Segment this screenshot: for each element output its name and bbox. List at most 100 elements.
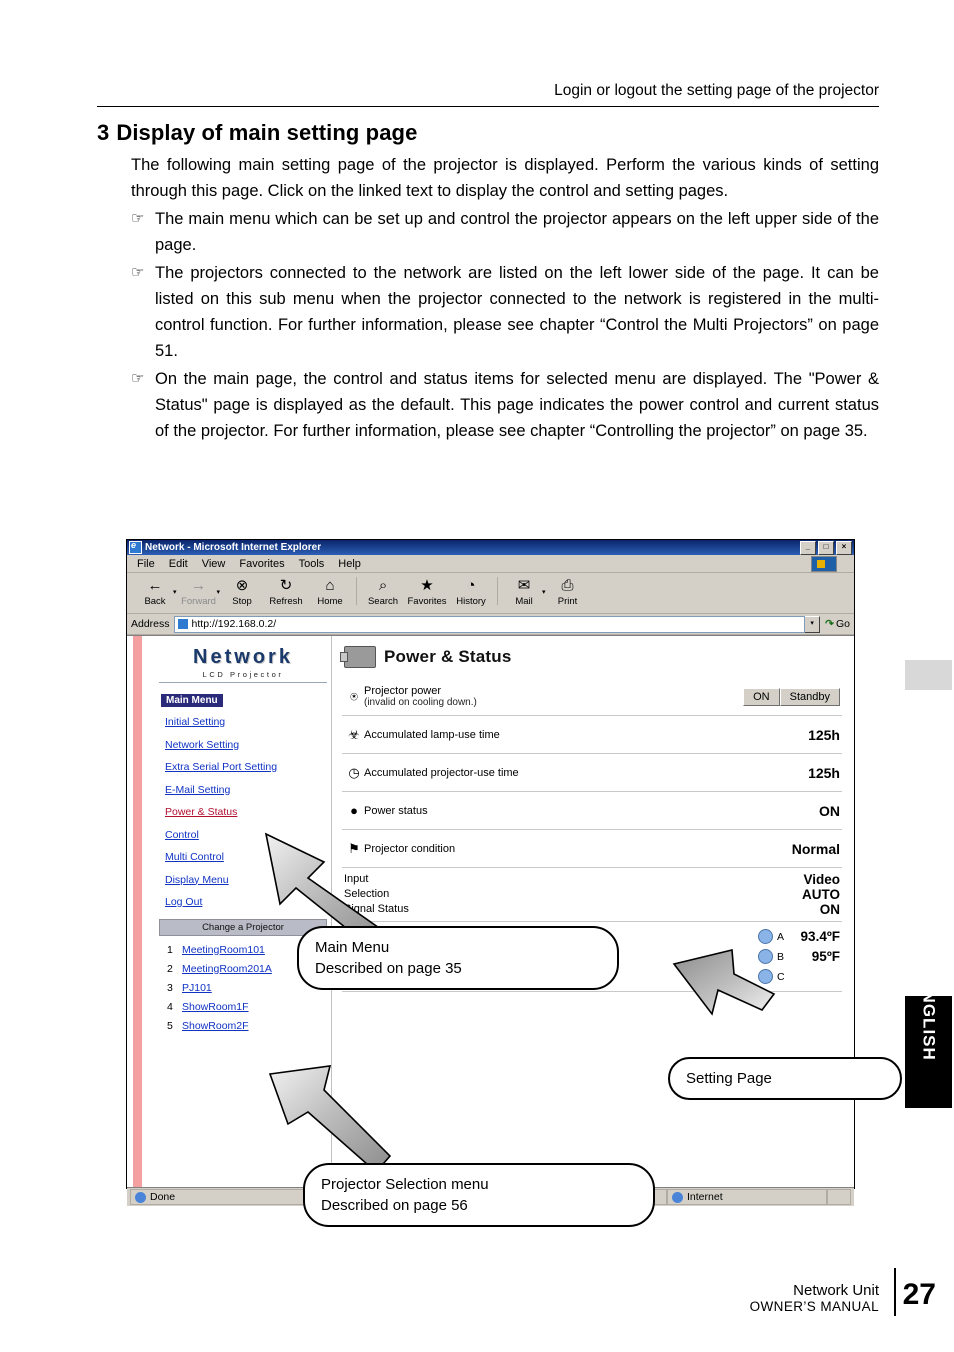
row-power-status: ● Power status ON <box>342 792 842 830</box>
list-item: 4 ShowRoom1F <box>167 1001 331 1013</box>
projector-index: 1 <box>167 943 173 956</box>
toolbar-label: Favorites <box>407 596 447 607</box>
sidebar-item-extra-serial-port-setting[interactable]: Extra Serial Port Setting <box>165 761 331 773</box>
projector-index: 4 <box>167 1000 173 1013</box>
projector-link[interactable]: ShowRoom2F <box>182 1020 249 1032</box>
address-dropdown-button[interactable]: ▾ <box>804 615 821 633</box>
clock-icon: ◷ <box>348 764 360 780</box>
sidebar-logo: Network LCD Projector <box>159 642 327 688</box>
menu-bar: File Edit View Favorites Tools Help <box>127 555 854 573</box>
arrow-setting-page <box>672 949 776 1016</box>
toolbar-button-refresh[interactable]: ↻ Refresh <box>264 575 308 607</box>
toolbar-button-stop[interactable]: ⊗ Stop <box>220 575 264 607</box>
power-icon: ⍟ <box>350 688 358 704</box>
callout-line1: Projector Selection menu <box>321 1176 489 1193</box>
list-item: ☞ The projectors connected to the networ… <box>131 260 879 364</box>
power-status-icon: ● <box>350 803 358 818</box>
panel-title: Power & Status <box>384 647 512 666</box>
go-label: Go <box>835 618 850 630</box>
list-item: ☞ The main menu which can be set up and … <box>131 206 879 258</box>
running-head: Login or logout the setting page of the … <box>554 82 879 99</box>
projector-link[interactable]: MeetingRoom101 <box>182 944 265 956</box>
refresh-icon: ↻ <box>279 577 293 594</box>
minimize-button[interactable]: _ <box>800 540 816 555</box>
row-lamp-use-time: ☣ Accumulated lamp-use time 125h <box>342 716 842 754</box>
menu-item-favorites[interactable]: Favorites <box>239 558 284 570</box>
list-item-text: On the main page, the control and status… <box>155 370 879 440</box>
row-projector-use-time: ◷ Accumulated projector-use time 125h <box>342 754 842 792</box>
panel-heading: Power & Status <box>340 646 842 668</box>
menu-item-view[interactable]: View <box>202 558 226 570</box>
toolbar-button-search[interactable]: ⌕ Search <box>361 575 405 607</box>
internet-zone-icon <box>672 1191 683 1203</box>
close-button[interactable]: × <box>836 540 852 555</box>
sidebar-item-network-setting[interactable]: Network Setting <box>165 739 331 751</box>
row-value: ON <box>819 802 840 819</box>
toolbar-button-mail[interactable]: ✉ Mail <box>502 575 546 607</box>
go-arrow-icon: ↷ <box>825 618 834 630</box>
toolbar-button-history[interactable]: ◔ History <box>449 575 493 607</box>
page-number: 27 <box>902 1278 936 1311</box>
pointing-hand-icon: ☞ <box>131 210 145 227</box>
mail-icon: ✉ <box>517 577 531 594</box>
sensor-dot-icon <box>757 929 773 944</box>
toolbar-button-print[interactable]: ⎙ Print <box>546 575 590 607</box>
intro-paragraph: The following main setting page of the p… <box>131 156 879 200</box>
row-label: Accumulated lamp-use time <box>364 728 500 741</box>
list-item: ☞ On the main page, the control and stat… <box>131 366 879 444</box>
menu-item-file[interactable]: File <box>137 558 155 570</box>
printer-icon: ⎙ <box>561 577 574 594</box>
toolbar-label: Search <box>367 596 399 607</box>
maximize-button[interactable]: □ <box>818 540 834 555</box>
sensor-label: A <box>776 930 784 943</box>
star-icon: ★ <box>420 577 434 594</box>
signal-status-label: Signal Status <box>344 903 409 915</box>
footer: Network Unit OWNER’S MANUAL <box>750 1282 879 1314</box>
callout-projector-selection: Projector Selection menu Described on pa… <box>303 1163 655 1227</box>
projector-link[interactable]: MeetingRoom201A <box>182 963 272 975</box>
projector-link[interactable]: ShowRoom1F <box>182 1001 249 1013</box>
language-tab-label: ENGLISH <box>919 978 939 1061</box>
menu-item-edit[interactable]: Edit <box>169 558 188 570</box>
toolbar-button-home[interactable]: ⌂ Home <box>308 575 352 607</box>
sidebar-item-e-mail-setting[interactable]: E-Mail Setting <box>165 784 331 796</box>
windows-flag-icon <box>811 556 837 572</box>
row-projector-condition: ⚑ Projector condition Normal <box>342 830 842 868</box>
menu-item-help[interactable]: Help <box>338 558 361 570</box>
toolbar-button-favorites[interactable]: ★ Favorites <box>405 575 449 607</box>
input-value: Video <box>803 872 840 887</box>
logo-subtitle: LCD Projector <box>202 670 284 679</box>
ie-logo-icon <box>129 540 142 554</box>
toolbar-button-back[interactable]: ← Back <box>133 575 177 607</box>
toolbar-label: History <box>456 596 486 607</box>
main-menu-heading: Main Menu <box>161 694 223 707</box>
go-button[interactable]: ↷ Go <box>825 618 850 630</box>
projector-link[interactable]: PJ101 <box>182 982 212 994</box>
section-number: 3 <box>97 120 110 145</box>
header-divider <box>97 106 879 107</box>
toolbar-button-forward[interactable]: → Forward <box>177 575 221 607</box>
sidebar-item-initial-setting[interactable]: Initial Setting <box>165 716 331 728</box>
lamp-icon: ☣ <box>348 726 360 742</box>
projector-index: 3 <box>167 981 173 994</box>
address-input[interactable]: http://192.168.0.2/ <box>173 615 806 633</box>
callout-line1: Main Menu <box>315 939 390 956</box>
window-title: Network - Microsoft Internet Explorer <box>145 542 322 553</box>
power-on-button[interactable]: ON <box>743 687 780 706</box>
row-label: Power status <box>364 804 428 817</box>
row-value: Normal <box>791 840 840 857</box>
footer-manual: OWNER’S MANUAL <box>749 1299 879 1314</box>
toolbar-label: Stop <box>232 596 252 607</box>
toolbar-label: Back <box>144 596 166 607</box>
selection-label: Selection <box>344 888 390 900</box>
callout-main-menu: Main Menu Described on page 35 <box>297 926 619 990</box>
status-zone: Internet <box>667 1189 827 1205</box>
power-standby-button[interactable]: Standby <box>779 687 840 706</box>
footer-divider <box>894 1268 896 1316</box>
logo-title: Network <box>193 646 293 668</box>
resize-grip[interactable] <box>827 1189 851 1205</box>
callout-line1: Setting Page <box>686 1070 772 1087</box>
sidebar-item-power-and-status[interactable]: Power & Status <box>165 806 331 818</box>
body-copy: The following main setting page of the p… <box>131 152 879 444</box>
menu-item-tools[interactable]: Tools <box>299 558 325 570</box>
